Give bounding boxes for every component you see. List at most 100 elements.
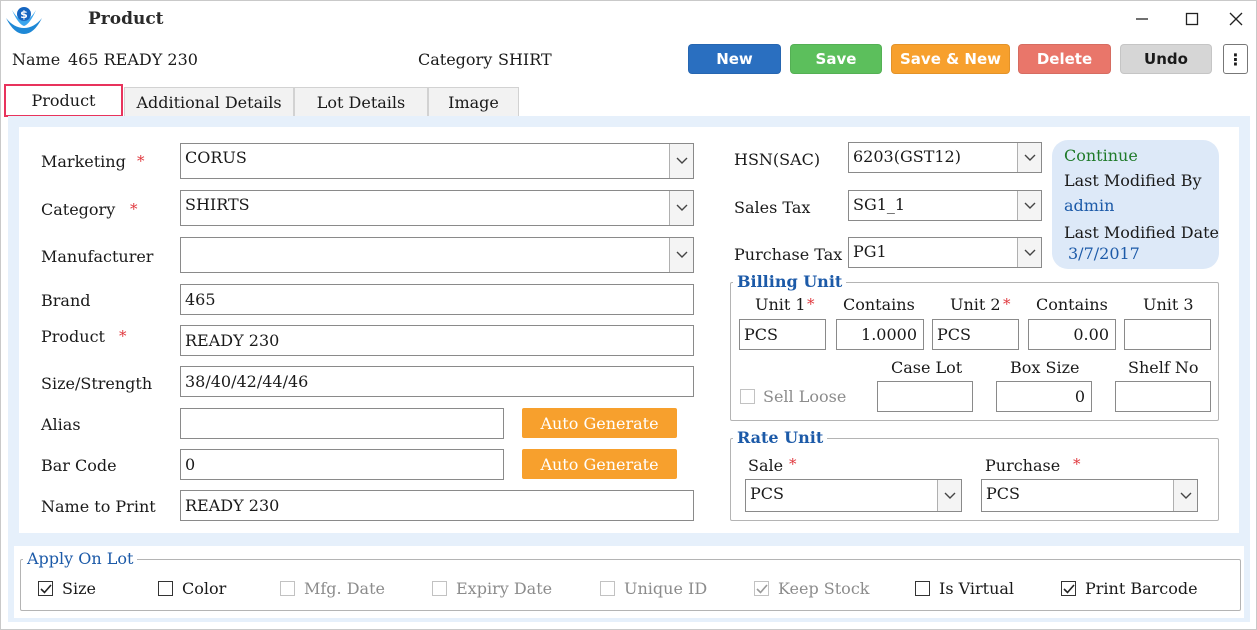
sales-tax-value: SG1_1 bbox=[853, 195, 906, 214]
svg-text:$: $ bbox=[20, 8, 28, 21]
required-marker: * bbox=[137, 152, 145, 170]
chevron-down-icon[interactable] bbox=[669, 144, 693, 178]
unit2-input[interactable]: PCS bbox=[932, 319, 1019, 350]
purchase-tax-value: PG1 bbox=[853, 242, 887, 261]
required-marker: * bbox=[789, 455, 797, 473]
sale-label: Sale bbox=[748, 456, 784, 475]
manufacturer-dropdown[interactable] bbox=[180, 237, 694, 273]
name-label: Name bbox=[12, 50, 61, 69]
more-options-button[interactable]: ⋮ bbox=[1223, 44, 1248, 74]
sale-unit-value: PCS bbox=[750, 484, 784, 503]
brand-input[interactable]: 465 bbox=[180, 284, 694, 315]
chevron-down-icon[interactable] bbox=[669, 238, 693, 272]
unit3-input[interactable] bbox=[1124, 319, 1211, 350]
undo-button[interactable]: Undo bbox=[1120, 44, 1212, 74]
tab-additional-details[interactable]: Additional Details bbox=[124, 87, 294, 116]
box-size-input[interactable]: 0 bbox=[996, 381, 1092, 412]
hsn-dropdown[interactable]: 6203(GST12) bbox=[848, 142, 1042, 173]
print-barcode-checkbox[interactable] bbox=[1061, 581, 1076, 596]
contains2-label: Contains bbox=[1036, 295, 1108, 314]
product-input[interactable]: READY 230 bbox=[180, 325, 694, 356]
purchase-unit-value: PCS bbox=[986, 484, 1020, 503]
delete-button[interactable]: Delete bbox=[1018, 44, 1111, 74]
maximize-button[interactable] bbox=[1172, 6, 1212, 32]
alias-label: Alias bbox=[41, 415, 81, 434]
required-marker: * bbox=[1003, 295, 1011, 313]
sale-unit-dropdown[interactable]: PCS bbox=[745, 479, 962, 512]
continue-link[interactable]: Continue bbox=[1064, 146, 1138, 165]
close-button[interactable] bbox=[1216, 6, 1256, 32]
chevron-down-icon[interactable] bbox=[1017, 238, 1041, 267]
unit3-label: Unit 3 bbox=[1143, 295, 1194, 314]
save-button[interactable]: Save bbox=[790, 44, 882, 74]
alias-input[interactable] bbox=[180, 408, 504, 439]
chevron-down-icon[interactable] bbox=[669, 191, 693, 225]
keep-stock-checkbox[interactable] bbox=[754, 581, 769, 596]
tab-image[interactable]: Image bbox=[428, 87, 519, 116]
window-title: Product bbox=[88, 9, 164, 29]
last-modified-date-value: 3/7/2017 bbox=[1068, 244, 1140, 263]
apply-on-lot-title: Apply On Lot bbox=[23, 549, 138, 568]
tab-lot-details[interactable]: Lot Details bbox=[294, 87, 428, 116]
size-strength-input[interactable]: 38/40/42/44/46 bbox=[180, 366, 694, 397]
print-barcode-checkbox-label: Print Barcode bbox=[1085, 579, 1198, 598]
minimize-button[interactable] bbox=[1122, 6, 1162, 32]
sales-tax-dropdown[interactable]: SG1_1 bbox=[848, 190, 1042, 221]
hsn-label: HSN(SAC) bbox=[734, 150, 821, 169]
size-checkbox[interactable] bbox=[38, 581, 53, 596]
bar-code-label: Bar Code bbox=[41, 456, 117, 475]
contains2-input[interactable]: 0.00 bbox=[1028, 319, 1116, 350]
purchase-unit-dropdown[interactable]: PCS bbox=[981, 479, 1198, 512]
last-modified-date-label: Last Modified Date bbox=[1064, 223, 1219, 242]
color-checkbox[interactable] bbox=[158, 581, 173, 596]
category-field-label: Category bbox=[41, 200, 116, 219]
alias-auto-generate-button[interactable]: Auto Generate bbox=[522, 408, 677, 438]
unique-id-checkbox-label: Unique ID bbox=[624, 579, 708, 598]
minimize-icon bbox=[1136, 18, 1148, 20]
name-to-print-input[interactable]: READY 230 bbox=[180, 490, 694, 521]
app-logo-icon: $ bbox=[4, 4, 44, 36]
kebab-icon: ⋮ bbox=[1227, 49, 1244, 69]
save-and-new-button[interactable]: Save & New bbox=[891, 44, 1010, 74]
unit2-label: Unit 2 bbox=[950, 295, 1001, 314]
purchase-tax-dropdown[interactable]: PG1 bbox=[848, 237, 1042, 268]
marketing-dropdown[interactable]: CORUS bbox=[180, 143, 694, 179]
unit1-input[interactable]: PCS bbox=[739, 319, 826, 350]
bar-code-input[interactable]: 0 bbox=[180, 449, 504, 480]
shelf-no-label: Shelf No bbox=[1128, 358, 1199, 377]
last-modified-by-value: admin bbox=[1064, 196, 1115, 215]
expiry-date-checkbox[interactable] bbox=[432, 581, 447, 596]
chevron-down-icon[interactable] bbox=[937, 480, 961, 511]
category-label: Category bbox=[418, 50, 493, 69]
mfg-date-checkbox[interactable] bbox=[280, 581, 295, 596]
rate-unit-title: Rate Unit bbox=[733, 428, 828, 447]
chevron-down-icon[interactable] bbox=[1173, 480, 1197, 511]
box-size-label: Box Size bbox=[1010, 358, 1080, 377]
unique-id-checkbox[interactable] bbox=[600, 581, 615, 596]
sell-loose-checkbox[interactable] bbox=[740, 389, 755, 404]
contains1-label: Contains bbox=[843, 295, 915, 314]
case-lot-input[interactable] bbox=[877, 381, 973, 412]
product-label: Product bbox=[41, 327, 105, 346]
close-icon bbox=[1229, 12, 1243, 26]
required-marker: * bbox=[130, 200, 138, 218]
required-marker: * bbox=[119, 327, 127, 345]
unit1-label: Unit 1 bbox=[755, 295, 806, 314]
contains1-input[interactable]: 1.0000 bbox=[836, 319, 924, 350]
billing-unit-title: Billing Unit bbox=[733, 272, 847, 291]
chevron-down-icon[interactable] bbox=[1017, 191, 1041, 220]
marketing-label: Marketing bbox=[41, 152, 126, 171]
marketing-value: CORUS bbox=[185, 148, 247, 167]
barcode-auto-generate-button[interactable]: Auto Generate bbox=[522, 449, 677, 479]
category-dropdown[interactable]: SHIRTS bbox=[180, 190, 694, 226]
check-icon bbox=[755, 583, 768, 594]
size-checkbox-label: Size bbox=[62, 579, 96, 598]
hsn-value: 6203(GST12) bbox=[853, 147, 961, 166]
check-icon bbox=[1062, 583, 1075, 594]
is-virtual-checkbox[interactable] bbox=[915, 581, 930, 596]
chevron-down-icon[interactable] bbox=[1017, 143, 1041, 172]
tab-product[interactable]: Product bbox=[4, 84, 123, 117]
shelf-no-input[interactable] bbox=[1115, 381, 1211, 412]
new-button[interactable]: New bbox=[688, 44, 781, 74]
color-checkbox-label: Color bbox=[182, 579, 227, 598]
